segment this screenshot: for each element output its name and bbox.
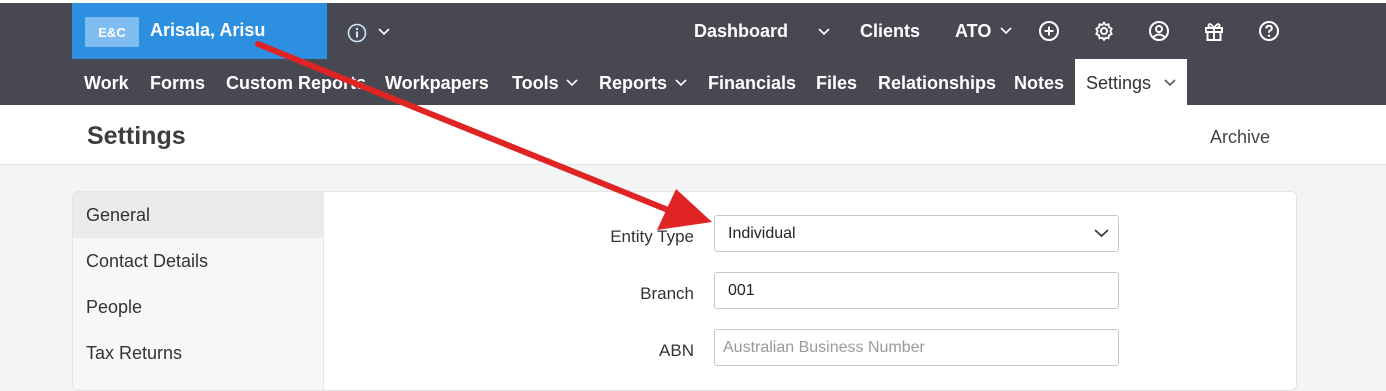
plus-circle-icon[interactable] [1038,20,1060,42]
settings-chevron-down-icon[interactable] [1164,79,1176,87]
nav-notes[interactable]: Notes [1014,73,1064,94]
abn-label: ABN [659,341,694,360]
nav-settings[interactable]: Settings [1086,73,1151,94]
sidebar-item-people[interactable]: People [73,284,324,330]
nav-work[interactable]: Work [84,73,129,94]
settings-sidebar: General Contact Details People Tax Retur… [73,192,324,390]
archive-link[interactable]: Archive [1210,127,1270,148]
nav-tools[interactable]: Tools [512,73,559,94]
entity-type-label: Entity Type [610,227,694,246]
question-circle-icon[interactable] [1258,20,1280,42]
tools-chevron-down-icon[interactable] [566,79,578,87]
nav-custom-reports[interactable]: Custom Reports [226,73,366,94]
nav-ato[interactable]: ATO [955,21,991,42]
nav-workpapers[interactable]: Workpapers [385,73,489,94]
client-selector[interactable]: E&C Arisala, Arisu [72,3,390,59]
dashboard-chevron-down-icon[interactable] [818,28,830,36]
gear-icon[interactable] [1093,20,1115,42]
ato-chevron-down-icon[interactable] [1000,27,1012,35]
nav-relationships[interactable]: Relationships [878,73,996,94]
sidebar-item-general[interactable]: General [73,192,324,238]
branch-label: Branch [640,284,694,303]
chevron-down-icon[interactable] [378,28,390,36]
gift-icon[interactable] [1203,20,1225,42]
page-title: Settings [87,122,186,150]
chevron-down-icon[interactable] [1094,228,1109,238]
abn-input[interactable]: Australian Business Number [714,329,1119,366]
client-name: Arisala, Arisu [150,20,266,40]
page-header [0,105,1386,165]
sidebar-item-tax-returns[interactable]: Tax Returns [73,330,324,376]
branch-input[interactable]: 001 [714,272,1119,309]
entity-type-select[interactable]: Individual [714,215,1119,252]
nav-financials[interactable]: Financials [708,73,796,94]
nav-files[interactable]: Files [816,73,857,94]
nav-forms[interactable]: Forms [150,73,205,94]
user-circle-icon[interactable] [1148,20,1170,42]
info-icon[interactable] [347,23,367,43]
nav-clients[interactable]: Clients [860,21,920,42]
nav-dashboard[interactable]: Dashboard [694,21,788,42]
client-logo: E&C [85,17,139,47]
nav-reports[interactable]: Reports [599,73,667,94]
sidebar-item-contact-details[interactable]: Contact Details [73,238,324,284]
reports-chevron-down-icon[interactable] [675,79,687,87]
